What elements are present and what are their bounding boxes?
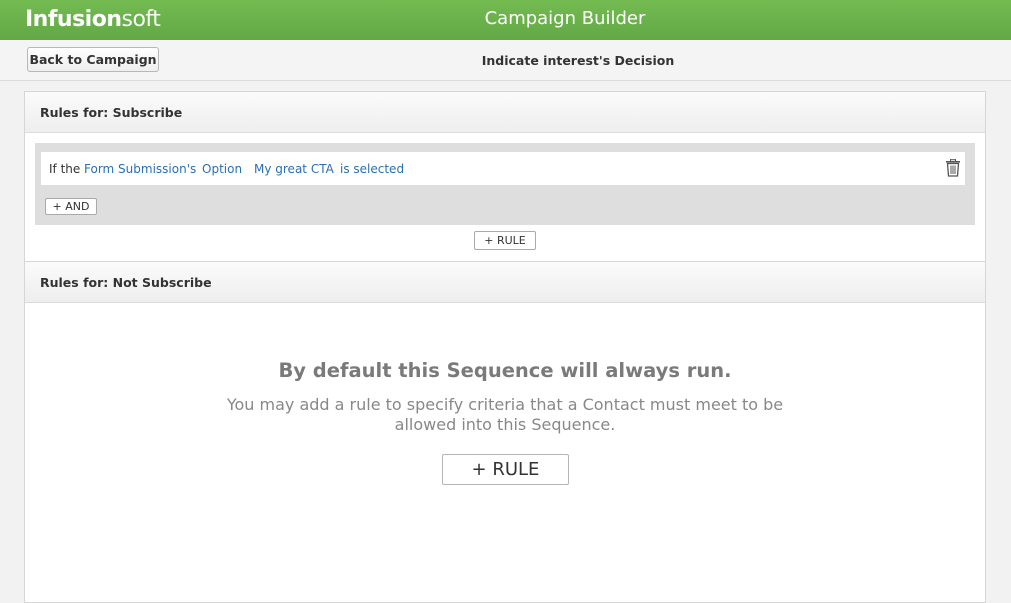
- trash-icon[interactable]: [945, 158, 961, 177]
- default-sequence-heading: By default this Sequence will always run…: [278, 359, 732, 382]
- add-rule-button-large[interactable]: + RULE: [442, 454, 569, 485]
- rule-field-link[interactable]: Option: [202, 162, 242, 176]
- rule-source-link[interactable]: Form Submission's: [84, 162, 196, 176]
- default-sequence-text: You may add a rule to specify criteria t…: [226, 395, 784, 434]
- decision-title: Indicate interest's Decision: [481, 53, 675, 68]
- sub-toolbar: Back to Campaign Indicate interest's Dec…: [0, 40, 1011, 81]
- add-rule-button[interactable]: + RULE: [474, 231, 536, 250]
- panel-title: Rules for: Not Subscribe: [40, 275, 212, 290]
- panel-title: Rules for: Subscribe: [40, 105, 183, 120]
- panel-header: Rules for: Not Subscribe: [25, 262, 985, 303]
- rule-condition-link[interactable]: is selected: [340, 162, 404, 176]
- rule-group: If the Form Submission's Option My great…: [35, 143, 975, 225]
- not-subscribe-rules-panel: Rules for: Not Subscribe By default this…: [24, 261, 986, 603]
- rule-row: If the Form Submission's Option My great…: [41, 152, 965, 185]
- subscribe-rules-panel: Rules for: Subscribe If the Form Submiss…: [24, 91, 986, 263]
- app-title: Campaign Builder: [484, 8, 646, 29]
- panel-header: Rules for: Subscribe: [25, 92, 985, 133]
- top-bar: Infusionsoft Campaign Builder: [0, 0, 1011, 40]
- add-and-button[interactable]: + AND: [45, 198, 97, 215]
- rule-value-link[interactable]: My great CTA: [254, 162, 334, 176]
- rule-prefix: If the: [49, 162, 81, 176]
